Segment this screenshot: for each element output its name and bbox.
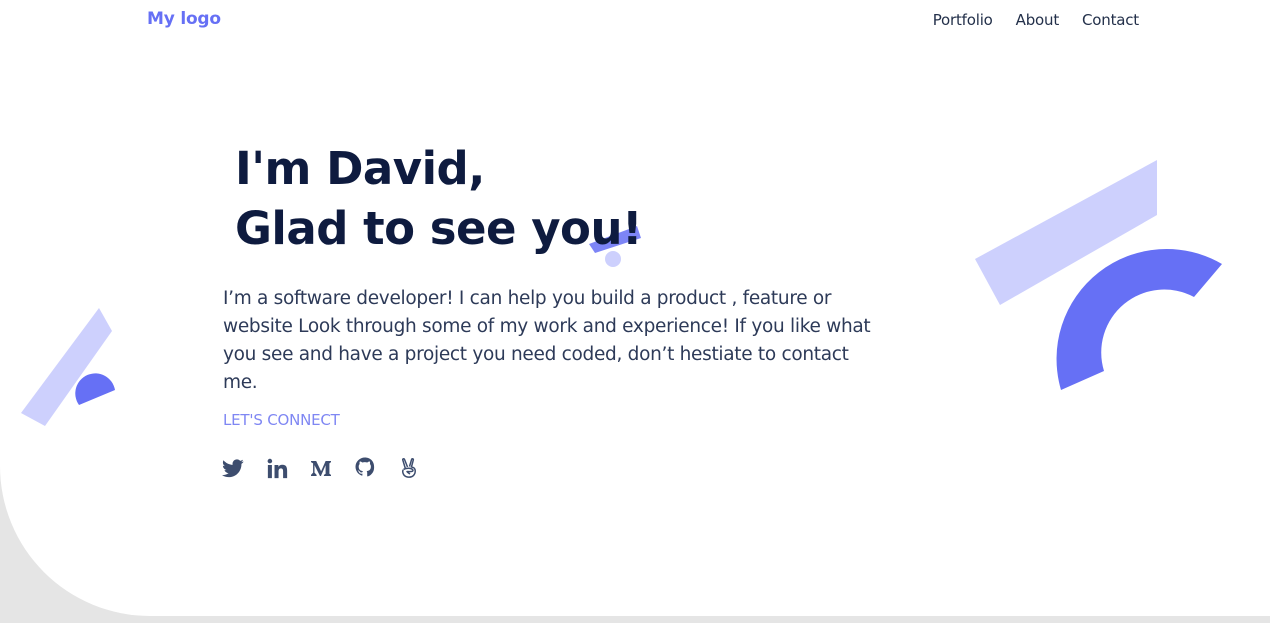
hero-title: I'm David, Glad to see you! — [235, 139, 643, 259]
page: My logo Portfolio About Contact I'm Davi… — [0, 0, 1270, 616]
angellist-icon — [401, 458, 416, 478]
angellist-link[interactable] — [397, 456, 421, 480]
hero-intro: I’m a software developer! I can help you… — [223, 288, 871, 393]
hero-title-line-1: I'm David, — [235, 142, 485, 195]
github-link[interactable] — [353, 456, 377, 480]
github-icon — [355, 457, 375, 477]
logo-link[interactable]: My logo — [147, 9, 221, 29]
linkedin-icon — [267, 458, 287, 478]
medium-icon — [311, 461, 331, 476]
twitter-icon — [222, 458, 244, 477]
right-decoration — [975, 160, 1222, 390]
medium-link[interactable] — [309, 456, 333, 480]
left-decoration — [21, 308, 115, 426]
lets-connect-link[interactable]: LET'S CONNECT — [223, 411, 340, 429]
nav-link-contact[interactable]: Contact — [1082, 11, 1139, 29]
nav-link-portfolio[interactable]: Portfolio — [933, 11, 993, 29]
nav-link-about[interactable]: About — [1016, 11, 1060, 29]
social-links — [221, 456, 441, 480]
main-nav: Portfolio About Contact — [933, 11, 1139, 29]
hero-title-line-2: Glad to see you! — [235, 202, 643, 255]
twitter-link[interactable] — [221, 456, 245, 480]
linkedin-link[interactable] — [265, 456, 289, 480]
